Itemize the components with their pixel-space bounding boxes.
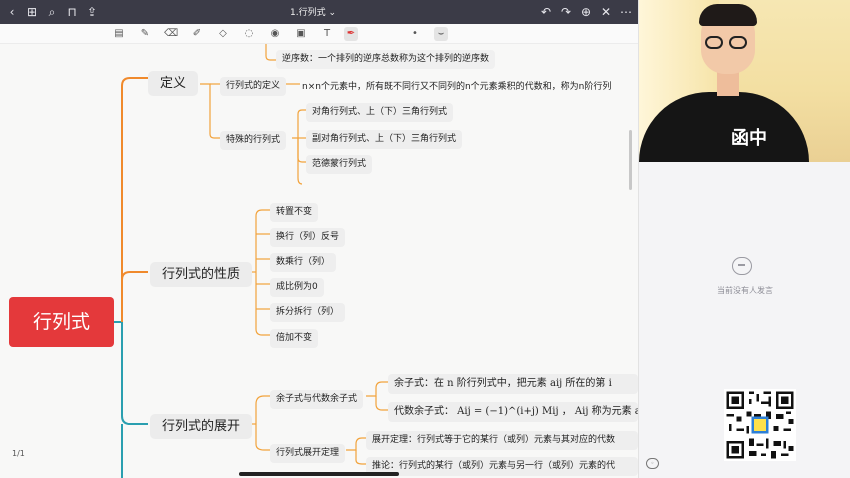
property-item[interactable]: 倍加不变 <box>270 329 319 348</box>
live-panel: 函中 当前没有人发言 ◦ <box>638 0 850 478</box>
text-icon[interactable]: T <box>320 27 334 41</box>
property-item[interactable]: 转置不变 <box>270 203 319 222</box>
properties-node[interactable]: 行列式的性质 <box>150 262 253 287</box>
shirt-logo: 函中 <box>731 128 767 149</box>
connector <box>121 271 148 322</box>
undo-icon[interactable]: ↶ <box>538 4 554 20</box>
close-icon[interactable]: ✕ <box>598 4 614 20</box>
teacher-hair <box>699 4 757 26</box>
comment-bar[interactable]: ◦ <box>639 448 719 478</box>
title-bar: ‹ ⊞ ⌕ ⊓ ⇪ 1.行列式 ⌄ ↶ ↷ ⊕ ✕ ⋯ <box>0 0 638 24</box>
back-icon[interactable]: ‹ <box>4 4 20 20</box>
chevron-down-icon: ⌄ <box>328 8 337 18</box>
search-icon[interactable]: ⌕ <box>44 4 60 20</box>
add-page-icon[interactable]: ⊕ <box>578 4 594 20</box>
connector <box>121 77 148 322</box>
bookmark-icon[interactable]: ⊓ <box>64 4 80 20</box>
property-item[interactable]: 成比例为0 <box>270 278 324 297</box>
special-det-item[interactable]: 副对角行列式、上（下）三角行列式 <box>306 130 463 149</box>
expansion-theorem-node[interactable]: 行列式展开定理 <box>270 444 346 463</box>
qr-code-image <box>724 389 796 461</box>
layout-icon[interactable]: ▤ <box>112 27 126 41</box>
minor-definition[interactable]: 余子式：在 n 阶行列式中，把元素 aij 所在的第 i <box>388 374 638 394</box>
page-indicator: 1/1 <box>12 449 25 458</box>
property-item[interactable]: 拆分拆行（列） <box>270 303 346 322</box>
glasses-icon <box>705 36 751 50</box>
redo-icon[interactable]: ↷ <box>558 4 574 20</box>
special-det-item[interactable]: 范德蒙行列式 <box>306 155 373 174</box>
document-title[interactable]: 1.行列式 ⌄ <box>290 5 336 18</box>
document-title-text: 1.行列式 <box>290 8 326 18</box>
connector <box>121 322 148 425</box>
property-item[interactable]: 换行（列）反号 <box>270 228 346 247</box>
eye-icon[interactable]: ◉ <box>268 27 282 41</box>
highlighter-icon[interactable]: ✐ <box>190 27 204 41</box>
det-definition-text: n×n个元素中，所有既不同行又不同列的n个元素乘积的代数和，称为n阶行列 <box>302 82 612 92</box>
mind-map: 行列式 逆序数：一个排列的逆序总数称为这个排列的逆序数 定义 行列式的定义 n×… <box>0 44 638 478</box>
shapes-icon[interactable]: ◇ <box>216 27 230 41</box>
drawing-toolbar: ▤ ✎ ⌫ ✐ ◇ ◌ ◉ ▣ T ✒ • ⌣ <box>0 24 638 44</box>
algebraic-cofactor-definition[interactable]: 代数余子式： Aij = (−1)^(i+j) Mij ， Aij 称为元素 a… <box>388 402 638 422</box>
cofactor-node[interactable]: 余子式与代数余子式 <box>270 390 364 409</box>
lasso-icon[interactable]: ◌ <box>242 27 256 41</box>
comment-empty-icon <box>732 257 752 275</box>
stroke-icon[interactable]: ⌣ <box>434 27 448 41</box>
special-det-item[interactable]: 对角行列式、上（下）三角行列式 <box>306 103 454 122</box>
laser-pointer-icon[interactable]: ✒ <box>344 27 358 41</box>
chat-icon[interactable]: ◦ <box>646 458 659 469</box>
property-item[interactable]: 数乘行（列） <box>270 253 337 272</box>
side-handle[interactable] <box>629 130 632 190</box>
teacher-video: 函中 <box>639 0 850 162</box>
share-icon[interactable]: ⇪ <box>84 4 100 20</box>
corollary-text[interactable]: 推论：行列式的某行（或列）元素与另一行（或列）元素的代 <box>366 457 638 476</box>
expansion-node[interactable]: 行列式的展开 <box>150 414 253 439</box>
image-icon[interactable]: ▣ <box>294 27 308 41</box>
inversion-number-node[interactable]: 逆序数：一个排列的逆序总数称为这个排列的逆序数 <box>276 50 496 69</box>
special-det-node[interactable]: 特殊的行列式 <box>220 131 287 150</box>
expansion-theorem-text[interactable]: 展开定理：行列式等于它的某行（或列）元素与其对应的代数 <box>366 431 638 450</box>
eraser-icon[interactable]: ⌫ <box>164 27 178 41</box>
grid-icon[interactable]: ⊞ <box>24 4 40 20</box>
notes-app: ‹ ⊞ ⌕ ⊓ ⇪ 1.行列式 ⌄ ↶ ↷ ⊕ ✕ ⋯ ▤ ✎ ⌫ ✐ ◇ ◌ … <box>0 0 638 478</box>
horizontal-scrollbar[interactable] <box>239 472 399 476</box>
dot-icon[interactable]: • <box>408 27 422 41</box>
qr-code <box>724 389 796 461</box>
det-definition-node[interactable]: 行列式的定义 <box>220 77 287 96</box>
pen-icon[interactable]: ✎ <box>138 27 152 41</box>
empty-comment-text: 当前没有人发言 <box>717 286 773 295</box>
definition-node[interactable]: 定义 <box>148 71 199 96</box>
root-node[interactable]: 行列式 <box>9 297 114 347</box>
more-icon[interactable]: ⋯ <box>618 4 634 20</box>
screen: ‹ ⊞ ⌕ ⊓ ⇪ 1.行列式 ⌄ ↶ ↷ ⊕ ✕ ⋯ ▤ ✎ ⌫ ✐ ◇ ◌ … <box>0 0 850 478</box>
